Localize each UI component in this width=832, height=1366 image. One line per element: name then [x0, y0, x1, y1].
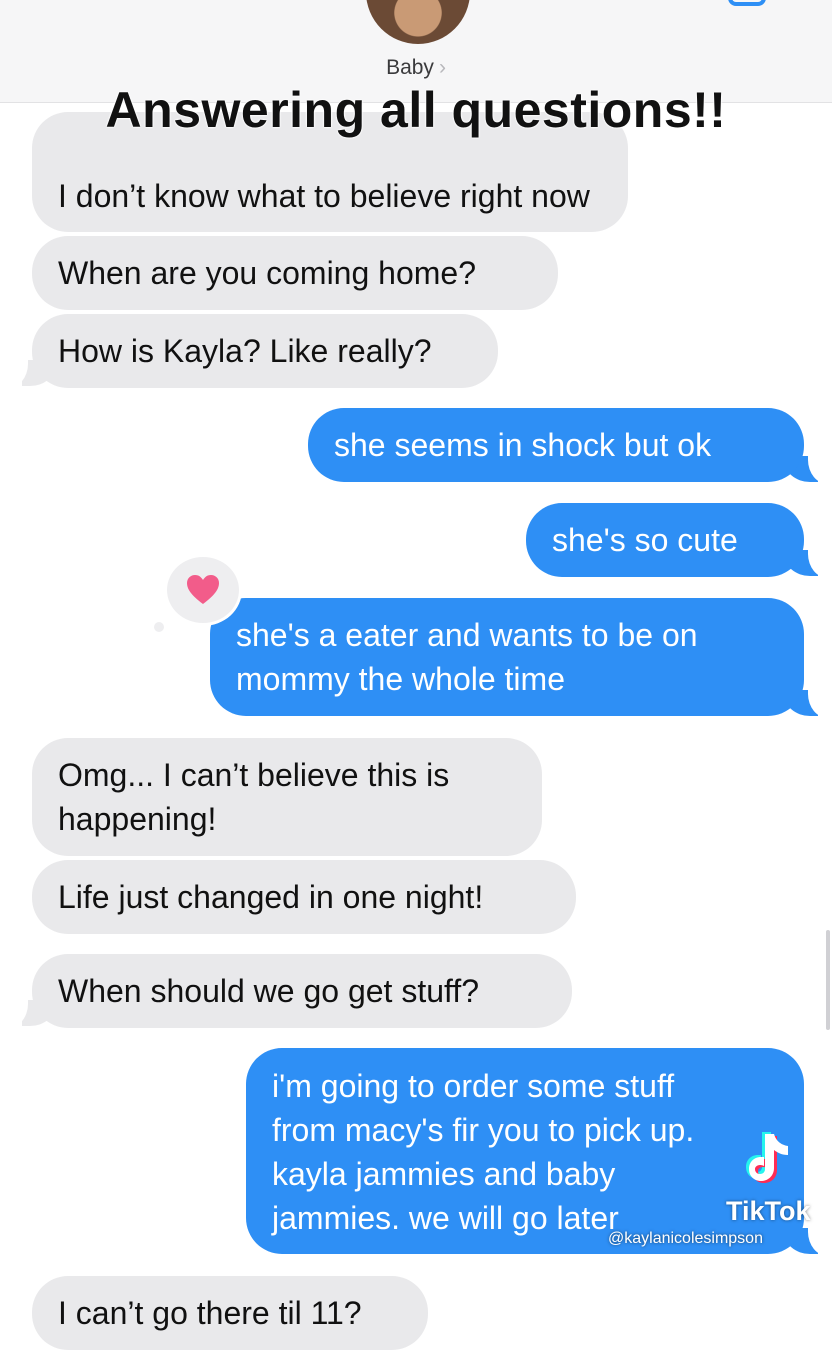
chevron-left-icon[interactable] — [30, 0, 120, 10]
message-text: I can’t go there til 11? — [58, 1295, 362, 1331]
tiktok-username-watermark: @kaylanicolesimpson — [608, 1230, 763, 1247]
message-text: Life just changed in one night! — [58, 879, 484, 915]
message-text: When are you coming home? — [58, 255, 476, 291]
message-text: When should we go get stuff? — [58, 973, 480, 1009]
message-bubble-incoming[interactable]: I can’t go there til 11? — [32, 1276, 428, 1350]
message-bubble-incoming[interactable]: When are you coming home? — [32, 236, 558, 310]
scrollbar[interactable] — [826, 930, 830, 1030]
message-text: I don’t know what to believe right now — [58, 178, 590, 214]
message-bubble-outgoing[interactable]: she's so cute — [526, 503, 804, 577]
tiktok-logo-icon — [746, 1132, 788, 1183]
message-text: How is Kayla? Like really? — [58, 333, 432, 369]
heart-icon — [187, 575, 219, 604]
chevron-right-icon: › — [438, 56, 446, 79]
message-bubble-incoming[interactable]: How is Kayla? Like really? — [32, 314, 498, 388]
message-text: she's so cute — [552, 522, 738, 558]
tiktok-brand-watermark: TikTok — [726, 1196, 811, 1226]
tapback-dot — [154, 622, 164, 632]
contact-name-button[interactable]: Baby › — [0, 56, 832, 80]
message-bubble-outgoing[interactable]: she seems in shock but ok — [308, 408, 804, 482]
video-caption-overlay: Answering all questions!! — [105, 82, 727, 138]
tapback-reaction[interactable] — [164, 554, 242, 626]
message-text: Omg... I can’t believe this is happening… — [58, 757, 450, 837]
message-bubble-incoming[interactable]: When should we go get stuff? — [32, 954, 572, 1028]
message-bubble-incoming[interactable]: Life just changed in one night! — [32, 860, 576, 934]
message-bubble-outgoing[interactable]: i'm going to order some stuff from macy'… — [246, 1048, 804, 1254]
contact-name: Baby — [386, 56, 434, 79]
message-bubble-outgoing[interactable]: she's a eater and wants to be on mommy t… — [210, 598, 804, 716]
contact-avatar[interactable] — [366, 0, 470, 44]
message-text: she seems in shock but ok — [334, 427, 712, 463]
video-camera-icon[interactable] — [728, 0, 784, 10]
message-text: she's a eater and wants to be on mommy t… — [236, 617, 698, 697]
message-bubble-incoming[interactable]: Omg... I can’t believe this is happening… — [32, 738, 542, 856]
message-text: i'm going to order some stuff from macy'… — [272, 1068, 695, 1236]
